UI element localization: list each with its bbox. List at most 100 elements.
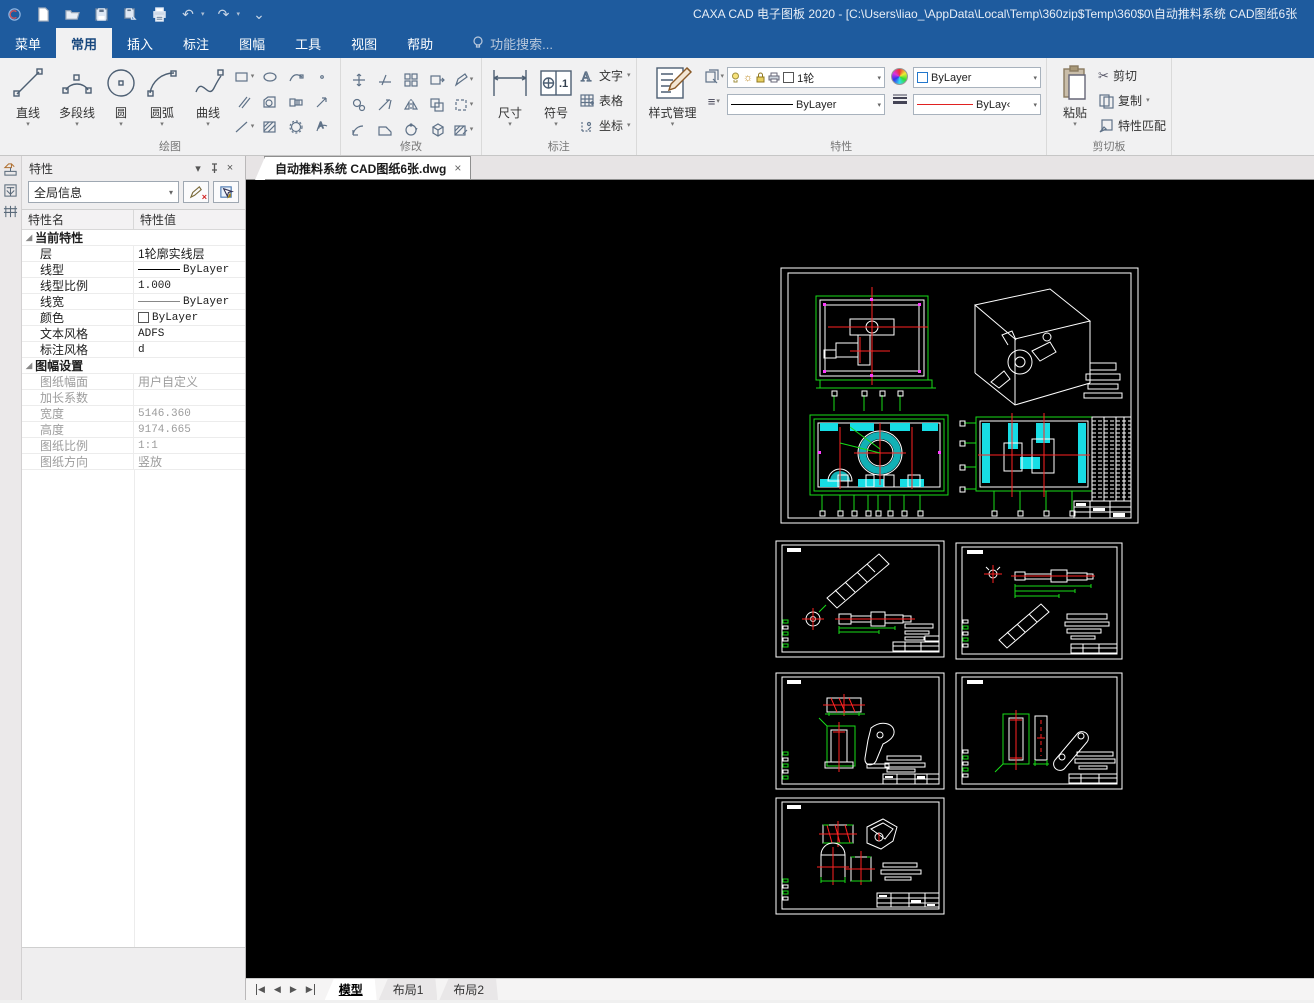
trim-icon[interactable] [372,67,398,92]
property-row-dimstyle[interactable]: 标注风格 d [22,342,245,358]
tab-help[interactable]: 帮助 [392,28,448,58]
linetype-combo[interactable]: ByLayer ▾ [727,94,886,115]
layer-lock-icon [756,72,765,83]
frame-icon[interactable]: ▾ [450,92,476,117]
text-arc-icon[interactable]: A [309,114,335,139]
panel-close-icon[interactable]: × [222,160,238,176]
layer-manager-icon[interactable]: ▾ [704,69,724,85]
match-properties-button[interactable]: 特性匹配 [1098,113,1166,138]
document-close-icon[interactable]: × [454,161,461,175]
bolt-icon[interactable] [283,89,309,114]
quick-select-button[interactable] [213,181,239,203]
tab-home[interactable]: 常用 [56,28,113,58]
spline-button[interactable]: 曲线 ▾ [185,61,231,129]
color-wheel-icon[interactable] [891,68,909,85]
gear-icon[interactable] [283,114,309,139]
symbol-button[interactable]: .1 符号 ▾ [533,61,579,129]
rectangle-icon[interactable]: ▾ [231,64,257,89]
redo-dropdown-icon[interactable]: ▾ [237,10,241,18]
undo-dropdown-icon[interactable]: ▾ [201,10,205,18]
line-button[interactable]: 直线 ▾ [5,61,51,129]
linetype-manager-icon[interactable]: ≡ ▾ [704,94,725,109]
tab-view[interactable]: 视图 [336,28,392,58]
property-group-row[interactable]: ◢ 当前特性 [22,230,245,246]
cancel-edit-button[interactable]: × [183,181,209,203]
property-row-color[interactable]: 颜色 ByLayer [22,310,245,326]
fit-curve-icon[interactable] [283,64,309,89]
overlap-icon[interactable] [424,92,450,117]
properties-tab-icon[interactable] [2,160,20,178]
new-file-icon[interactable] [33,4,53,24]
tab-layout1[interactable]: 布局1 [379,979,438,1000]
panel-pin-icon[interactable] [206,160,222,176]
tab-layout2[interactable]: 布局2 [439,979,498,1000]
property-row-lineweight[interactable]: 线宽 ByLayer [22,294,245,310]
paste-button[interactable]: 粘贴 ▾ [1052,61,1098,129]
tab-annotate[interactable]: 标注 [168,28,224,58]
layer-combo[interactable]: ☼ 1轮 ▾ [727,67,886,88]
property-row-ltscale[interactable]: 线型比例 1.000 [22,278,245,294]
toolbox-tab-icon[interactable] [2,202,20,220]
scope-selector[interactable]: 全局信息 ▾ [28,181,179,203]
parallel-lines-icon[interactable] [231,89,257,114]
last-sheet-icon[interactable]: ▶ [306,984,315,995]
property-row-linetype[interactable]: 线型 ByLayer [22,262,245,278]
prev-sheet-icon[interactable]: ◀ [274,984,281,995]
tab-model[interactable]: 模型 [325,979,377,1000]
circle-button[interactable]: 圆 ▾ [103,61,139,129]
tab-menu[interactable]: 菜单 [0,28,56,58]
panel-menu-icon[interactable]: ▾ [190,160,206,176]
property-group-row[interactable]: ◢ 图幅设置 [22,358,245,374]
cad-sheet-bracket [775,672,945,790]
pick-arrow-icon[interactable] [309,89,335,114]
document-tab[interactable]: 自动推料系统 CAD图纸6张.dwg × [254,156,472,180]
property-row-textstyle[interactable]: 文本风格 ADFS [22,326,245,342]
tab-tools[interactable]: 工具 [280,28,336,58]
library-tab-icon[interactable] [2,181,20,199]
cad-sheet-links [955,672,1123,790]
mirror-icon[interactable] [398,92,424,117]
drawing-canvas[interactable] [246,180,1314,978]
first-sheet-icon[interactable]: ◀ [256,984,265,995]
extend-icon[interactable] [372,92,398,117]
polyline-button[interactable]: 多段线 ▾ [51,61,103,129]
move-icon[interactable] [346,67,372,92]
symbol-icon: .1 [538,62,574,104]
lineweight-icon[interactable] [891,93,909,107]
next-sheet-icon[interactable]: ▶ [290,984,297,995]
coordinate-button[interactable]: 坐标 ▾ [579,113,631,138]
redo-icon[interactable]: ↷ [214,4,234,24]
print-icon[interactable] [149,4,169,24]
arc-button[interactable]: 圆弧 ▾ [139,61,185,129]
group-label-draw: 绘图 [159,141,181,153]
open-file-icon[interactable] [62,4,82,24]
undo-icon[interactable]: ↶ [178,4,198,24]
region-icon[interactable] [257,89,283,114]
dimension-button[interactable]: 尺寸 ▾ [487,61,533,129]
edit-pencil-icon[interactable]: ▾ [450,67,476,92]
customize-toolbar-icon[interactable]: ⌄ [249,4,269,24]
ribbon: 直线 ▾ 多段线 ▾ 圆 ▾ 圆弧 ▾ 曲线 ▾ ▾ ▾ A 绘图 ▾ ▾ ▾ … [0,58,1314,156]
document-tab-bar: 自动推料系统 CAD图纸6张.dwg × [246,156,1314,180]
rotate-copy-icon[interactable] [346,92,372,117]
lineweight-combo[interactable]: ByLay‹ ▾ [913,94,1042,115]
function-search[interactable]: 功能搜索... [472,28,553,58]
style-manager-button[interactable]: 样式管理 ▾ [642,61,704,129]
cut-button[interactable]: ✂ 剪切 [1098,63,1166,88]
copy-button[interactable]: 复制 ▾ [1098,88,1166,113]
array-icon[interactable] [398,67,424,92]
point-icon[interactable] [309,64,335,89]
text-button[interactable]: A 文字 ▾ [579,63,630,88]
tab-sheet[interactable]: 图幅 [224,28,280,58]
hatch-icon[interactable] [257,114,283,139]
copy-icon [1099,93,1114,109]
property-row-layer[interactable]: 层 1轮廓实线层 [22,246,245,262]
save-as-icon[interactable] [120,4,140,24]
save-icon[interactable] [91,4,111,24]
color-combo[interactable]: ByLayer ▾ [913,67,1042,88]
table-button[interactable]: 表格 [579,88,631,113]
tab-insert[interactable]: 插入 [112,28,168,58]
ellipse-icon[interactable] [257,64,283,89]
sketch-line-icon[interactable]: ▾ [231,114,257,139]
stretch-icon[interactable] [424,67,450,92]
